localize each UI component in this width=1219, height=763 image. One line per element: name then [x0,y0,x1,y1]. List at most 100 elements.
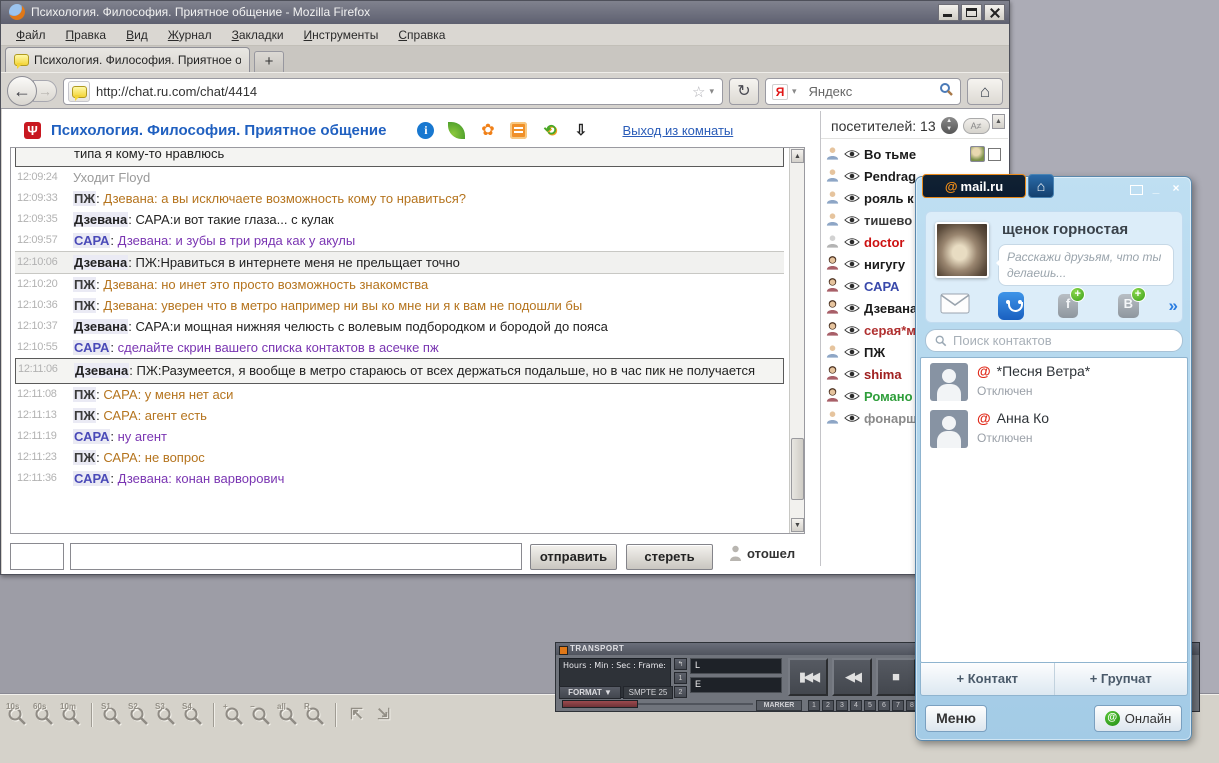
message-nick[interactable]: САРА [73,471,111,486]
vk-add-icon[interactable]: В + [1118,287,1146,318]
eye-icon[interactable] [844,323,860,338]
url-dropdown-icon[interactable]: ▾ [709,86,714,97]
marker-3-button[interactable]: 3 [836,700,848,711]
nick-input[interactable] [10,543,64,570]
zoom-s4-icon[interactable]: S4 [181,702,206,727]
chat-scrollbar[interactable]: ▲ ▼ [789,148,804,533]
format-button[interactable]: FORMAT ▼ [559,686,621,699]
menu-Справка[interactable]: Справка [389,26,454,44]
message-nick[interactable]: Дзевана [74,363,130,378]
eye-icon[interactable] [844,301,860,316]
marker-4-button[interactable]: 4 [850,700,862,711]
eye-icon[interactable] [844,235,860,250]
add-contact-button[interactable]: + Контакт [921,663,1054,695]
menu-Инструменты[interactable]: Инструменты [295,26,388,44]
send-button[interactable]: отправить [530,544,617,570]
marker-1-button[interactable]: 1 [808,700,820,711]
zoom-all-icon[interactable]: all [276,702,301,727]
message-nick[interactable]: ПЖ [73,191,97,206]
reload-button[interactable]: ↻ [729,78,759,105]
agent-home-icon[interactable]: ⌂ [1028,174,1054,198]
clear-button[interactable]: стереть [626,544,713,570]
scroll-thumb[interactable] [791,438,804,500]
search-engine-dropdown-icon[interactable]: ▾ [792,86,797,97]
exit-room-link[interactable]: Выход из комнаты [622,123,733,138]
message-input[interactable] [70,543,522,570]
transport-progress-bar[interactable] [562,700,638,708]
eye-icon[interactable] [844,411,860,426]
minimize-button[interactable] [938,4,959,21]
scroll-down-button[interactable]: ▼ [791,518,804,532]
visitor-name[interactable]: Дзевана [864,301,917,316]
visitor-name[interactable]: нигугу [864,257,905,272]
refresh-room-icon[interactable]: ⟲ [541,122,558,139]
zoom-out-icon[interactable]: − [249,702,274,727]
jump-back-icon[interactable]: ⇲ [371,703,396,727]
visitor-checkbox[interactable] [988,147,1001,161]
visitor-name[interactable]: фонарщ [864,411,917,426]
eye-icon[interactable] [844,191,860,206]
zoom-60s-icon[interactable]: 60s [32,702,57,727]
flower-icon[interactable]: ✿ [479,122,496,139]
stop-button[interactable]: ■ [876,658,916,696]
contact-row[interactable]: @ Анна Ко Отключен [921,405,1187,452]
menu-Вид[interactable]: Вид [117,26,157,44]
marker-button[interactable]: MARKER [756,700,802,711]
eye-icon[interactable] [844,279,860,294]
visitors-spinner-icon[interactable]: ▲ ▼ [940,117,958,134]
mail-icon[interactable] [940,293,970,319]
zoom-10m-icon[interactable]: 10m [59,702,84,727]
search-placeholder[interactable]: Яндекс [809,84,939,99]
message-nick[interactable]: ПЖ [73,277,97,292]
visitor-row[interactable]: Во тьме [825,143,1005,165]
visitor-name[interactable]: серая*м [864,323,916,338]
contact-row[interactable]: @ *Песня Ветра* Отключен [921,358,1187,405]
titlebar[interactable]: Психология. Философия. Приятное общение … [1,1,1009,24]
bookmark-star-icon[interactable]: ☆ [692,83,705,101]
tab-active[interactable]: Психология. Философия. Приятное обще... [5,47,250,72]
zoom-s1-icon[interactable]: S1 [100,702,125,727]
message-nick[interactable]: САРА [73,429,111,444]
maximize-button[interactable] [961,4,982,21]
agent-menu-button[interactable]: Меню [925,705,987,732]
go-to-start-button[interactable]: ▮◀◀ [788,658,828,696]
locator-e-field[interactable]: E [690,677,782,693]
message-nick[interactable]: ПЖ [73,387,97,402]
message-nick[interactable]: ПЖ [73,450,97,465]
visitor-name[interactable]: тишево [864,213,912,228]
visitor-name[interactable]: Во тьме [864,147,916,162]
eye-icon[interactable] [844,257,860,272]
back-button[interactable]: ← [7,76,37,106]
agent-smiley-icon[interactable] [998,292,1024,320]
scroll-up-button[interactable]: ▲ [791,149,804,163]
menu-Журнал[interactable]: Журнал [159,26,221,44]
menu-Закладки[interactable]: Закладки [223,26,293,44]
profile-avatar[interactable] [935,222,989,278]
zoom-s2-icon[interactable]: S2 [127,702,152,727]
add-groupchat-button[interactable]: + Групчат [1053,663,1188,695]
marker-7-button[interactable]: 7 [892,700,904,711]
marker-6-button[interactable]: 6 [878,700,890,711]
transport-side-button-2[interactable]: 2 [674,686,687,698]
url-bar[interactable]: http://chat.ru.com/chat/4414 ☆ ▾ [63,78,723,105]
locator-l-field[interactable]: L [690,658,782,674]
message-nick[interactable]: САРА [73,233,111,248]
contact-search-input[interactable]: Поиск контактов [925,329,1183,352]
visitors-scroll-up-button[interactable]: ▲ [992,114,1005,129]
messages-board-icon[interactable] [510,121,528,139]
marker-5-button[interactable]: 5 [864,700,876,711]
eye-icon[interactable] [844,367,860,382]
new-tab-button[interactable]: + [254,51,284,72]
more-chevrons-icon[interactable]: » [1169,296,1178,316]
agent-restore-button[interactable] [1130,185,1143,195]
visitor-name[interactable]: doctor [864,235,904,250]
jump-up-icon[interactable]: ⇱ [344,703,369,727]
transport-side-button-↰[interactable]: ↰ [674,658,687,670]
eye-icon[interactable] [844,389,860,404]
eye-icon[interactable] [844,147,860,162]
url-text[interactable]: http://chat.ru.com/chat/4414 [96,84,692,99]
eye-icon[interactable] [844,345,860,360]
transport-side-button-1[interactable]: 1 [674,672,687,684]
visitor-name[interactable]: САРА [864,279,899,294]
menu-Правка[interactable]: Правка [57,26,116,44]
